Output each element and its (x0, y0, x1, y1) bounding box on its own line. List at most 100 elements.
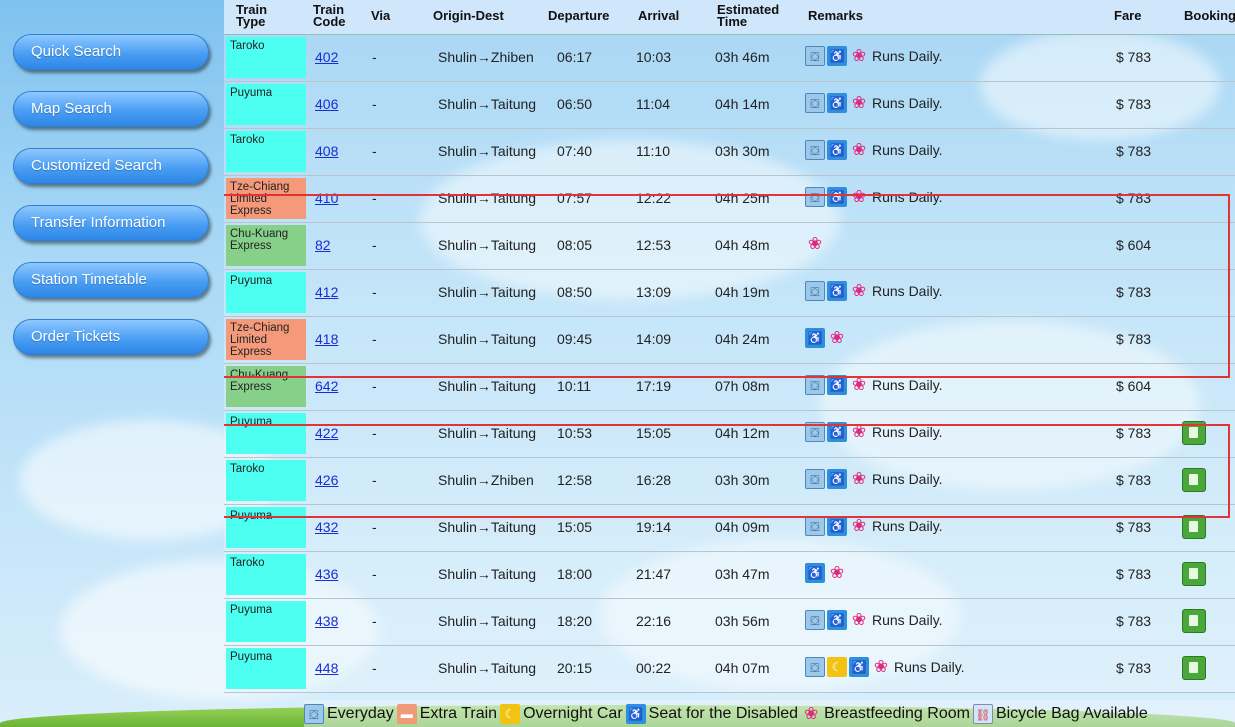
estimated-time-cell: 04h 25m (715, 190, 770, 206)
disabled-seat-icon: ♿ (827, 281, 847, 301)
train-code-link[interactable]: 438 (315, 613, 338, 629)
origin-dest-cell: Shulin→Taitung (438, 425, 537, 441)
fare-cell: $ 604 (1116, 378, 1152, 394)
everyday-icon: ⛋ (805, 93, 825, 113)
train-type-cell: Puyuma (226, 413, 306, 454)
arrival-cell: 12:22 (636, 190, 672, 206)
train-type-cell: Tze-Chiang Limited Express (226, 178, 306, 219)
header-fare: Fare (1114, 8, 1142, 23)
table-row: Puyuma 406 - Shulin→Taitung 06:50 11:04 04h 14… (224, 82, 1235, 129)
booking-icon[interactable] (1182, 562, 1206, 586)
via-cell: - (372, 660, 377, 676)
train-code-link[interactable]: 412 (315, 284, 338, 300)
booking-icon[interactable] (1182, 515, 1206, 539)
via-cell: - (372, 566, 377, 582)
legend-label: Breastfeeding Room (824, 704, 970, 722)
everyday-icon: ⛋ (805, 657, 825, 677)
train-code-link[interactable]: 426 (315, 472, 338, 488)
train-type-cell: Taroko (226, 131, 306, 172)
remarks-cell: ⛋ ♿ ❀ Runs Daily. (805, 422, 943, 442)
estimated-time-cell: 04h 24m (715, 331, 770, 347)
table-row: Puyuma 422 - Shulin→Taitung 10:53 15:05 04h 12… (224, 411, 1235, 458)
breastfeeding-icon: ❀ (851, 469, 867, 488)
order-tickets-button[interactable]: Order Tickets (13, 319, 209, 355)
everyday-icon: ⛋ (805, 187, 825, 207)
sidebar-nav: Quick Search Map Search Customized Searc… (13, 34, 213, 376)
departure-cell: 08:50 (557, 284, 593, 300)
remarks-cell: ⛋ ♿ ❀ Runs Daily. (805, 610, 943, 630)
booking-icon[interactable] (1182, 656, 1206, 680)
legend-item: ☾ Overnight Car (500, 703, 623, 724)
remarks-text: Runs Daily. (872, 95, 943, 111)
timetable: Train Type Train Code Via Origin-Dest De… (224, 0, 1235, 727)
train-code-link[interactable]: 422 (315, 425, 338, 441)
remarks-cell: ♿ ❀ (805, 563, 850, 583)
arrival-cell: 14:09 (636, 331, 672, 347)
fare-cell: $ 783 (1116, 284, 1152, 300)
breastfeeding-icon: ❀ (851, 422, 867, 441)
train-type-cell: Chu-Kuang Express (226, 225, 306, 266)
booking-icon[interactable] (1182, 609, 1206, 633)
arrival-cell: 10:03 (636, 49, 672, 65)
booking-cell (1182, 515, 1206, 539)
fare-cell: $ 783 (1116, 96, 1152, 112)
table-row: Puyuma 412 - Shulin→Taitung 08:50 13:09 04h 19… (224, 270, 1235, 317)
train-code-link[interactable]: 418 (315, 331, 338, 347)
via-cell: - (372, 425, 377, 441)
train-type-cell: Tze-Chiang Limited Express (226, 319, 306, 360)
remarks-cell: ⛋ ♿ ❀ Runs Daily. (805, 187, 943, 207)
train-code-link[interactable]: 642 (315, 378, 338, 394)
breastfeeding-icon: ❀ (851, 375, 867, 394)
table-body: Express51LineTaipei→Hualien06:1013:5807h… (224, 0, 1235, 693)
origin-dest-cell: Shulin→Taitung (438, 566, 537, 582)
booking-cell (1182, 562, 1206, 586)
booking-cell (1182, 609, 1206, 633)
train-code-link[interactable]: 82 (315, 237, 331, 253)
quick-search-button[interactable]: Quick Search (13, 34, 209, 70)
station-timetable-button[interactable]: Station Timetable (13, 262, 209, 298)
estimated-time-cell: 03h 30m (715, 472, 770, 488)
estimated-time-cell: 04h 19m (715, 284, 770, 300)
disabled-seat-icon: ♿ (827, 516, 847, 536)
train-code-link[interactable]: 410 (315, 190, 338, 206)
origin-dest-cell: Shulin→Taitung (438, 519, 537, 535)
customized-search-button[interactable]: Customized Search (13, 148, 209, 184)
remarks-cell: ⛋ ♿ ❀ Runs Daily. (805, 93, 943, 113)
train-code-link[interactable]: 432 (315, 519, 338, 535)
map-search-button[interactable]: Map Search (13, 91, 209, 127)
header-train-type: Train Type (236, 2, 268, 29)
remarks-cell: ⛋ ♿ ❀ Runs Daily. (805, 375, 943, 395)
table-row: Taroko 426 - Shulin→Zhiben 12:58 16:28 03h 30m… (224, 458, 1235, 505)
departure-cell: 12:58 (557, 472, 593, 488)
train-code-link[interactable]: 408 (315, 143, 338, 159)
disabled-seat-icon: ♿ (805, 563, 825, 583)
arrival-cell: 22:16 (636, 613, 672, 629)
breastfeeding-icon: ❀ (851, 140, 867, 159)
everyday-icon: ⛋ (805, 46, 825, 66)
fare-cell: $ 783 (1116, 49, 1152, 65)
train-code-link[interactable]: 402 (315, 49, 338, 65)
booking-cell (1182, 421, 1206, 445)
table-row: Chu-Kuang Express 642 - Shulin→Taitung 10:11… (224, 364, 1235, 411)
header-origin-dest: Origin-Dest (433, 8, 504, 23)
train-code-link[interactable]: 406 (315, 96, 338, 112)
legend-item: ♿ Seat for the Disabled (625, 703, 798, 724)
disabled-seat-icon: ♿ (827, 46, 847, 66)
table-row: Taroko 408 - Shulin→Taitung 07:40 11:10 03h 30… (224, 129, 1235, 176)
booking-icon[interactable] (1182, 421, 1206, 445)
train-code-link[interactable]: 448 (315, 660, 338, 676)
table-header: Train Type Train Code Via Origin-Dest De… (224, 0, 1235, 35)
transfer-information-button[interactable]: Transfer Information (13, 205, 209, 241)
train-type-cell: Puyuma (226, 648, 306, 689)
train-type-cell: Puyuma (226, 507, 306, 548)
breastfeeding-icon: ❀ (807, 234, 823, 253)
arrival-cell: 19:14 (636, 519, 672, 535)
everyday-icon: ⛋ (805, 422, 825, 442)
estimated-time-cell: 07h 08m (715, 378, 770, 394)
train-code-link[interactable]: 436 (315, 566, 338, 582)
remarks-cell: ⛋ ♿ ❀ Runs Daily. (805, 46, 943, 66)
booking-icon[interactable] (1182, 468, 1206, 492)
train-type-cell: Taroko (226, 554, 306, 595)
origin-dest-cell: Shulin→Taitung (438, 190, 537, 206)
overnight-icon: ☾ (827, 657, 847, 677)
